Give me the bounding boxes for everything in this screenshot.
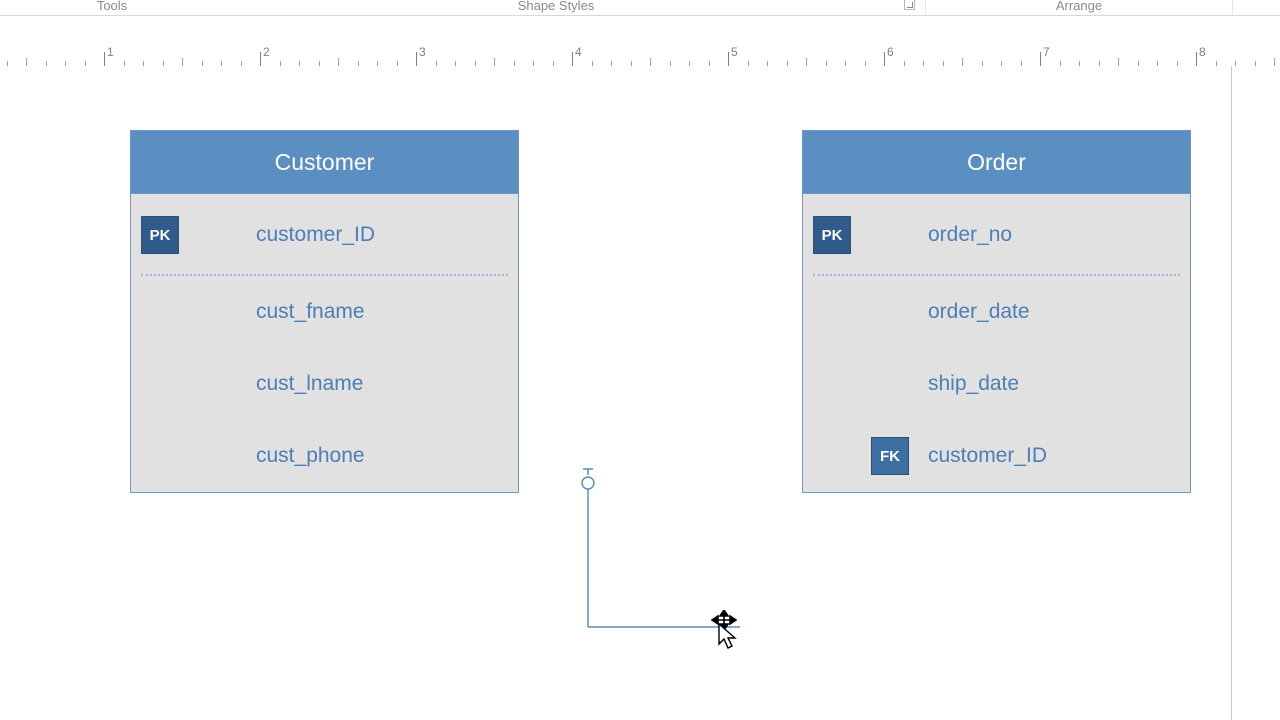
ruler-label: 8 <box>1199 45 1206 59</box>
field-row[interactable]: cust_lname <box>131 348 518 420</box>
drawing-canvas[interactable]: Customer PK customer_ID cust_fname cust_… <box>0 66 1280 720</box>
pk-badge: PK <box>813 216 851 254</box>
ruler-label: 5 <box>731 45 738 59</box>
ruler-tick-minor <box>494 58 495 66</box>
field-row[interactable]: order_date <box>803 276 1190 348</box>
field-row[interactable]: FK customer_ID <box>803 420 1190 492</box>
move-cursor-icon <box>710 610 738 650</box>
ruler-tick-major <box>1040 52 1041 66</box>
entity-title: Order <box>803 131 1190 194</box>
ruler-label: 4 <box>575 45 582 59</box>
field-row[interactable]: PK customer_ID <box>131 194 518 276</box>
ruler-label: 2 <box>263 45 270 59</box>
ruler-tick-minor <box>806 58 807 66</box>
ribbon-group-arrange: Arrange <box>1056 0 1102 13</box>
page-edge <box>1231 66 1232 720</box>
dialog-launcher-icon[interactable] <box>904 0 915 10</box>
ribbon-group-labels: Tools Shape Styles Arrange <box>0 0 1280 16</box>
entity-title: Customer <box>131 131 518 194</box>
field-name: cust_phone <box>256 444 365 468</box>
horizontal-ruler[interactable]: 1 2 3 4 5 6 7 8 <box>0 16 1280 66</box>
field-name: customer_ID <box>928 444 1047 468</box>
ruler-tick-major <box>728 52 729 66</box>
ruler-tick-minor <box>338 58 339 66</box>
ribbon-separator <box>1232 0 1233 15</box>
ruler-tick-major <box>1196 52 1197 66</box>
ruler-tick-major <box>104 52 105 66</box>
ruler-tick-major <box>416 52 417 66</box>
fk-badge: FK <box>871 437 909 475</box>
ruler-tick-minor <box>26 58 27 66</box>
field-name: cust_lname <box>256 372 363 396</box>
ruler-tick-minor <box>962 58 963 66</box>
field-row[interactable]: ship_date <box>803 348 1190 420</box>
entity-order[interactable]: Order PK order_no order_date ship_date F… <box>802 130 1191 493</box>
ruler-tick-minor <box>1118 58 1119 66</box>
ruler-tick-major <box>260 52 261 66</box>
ruler-tick-major <box>884 52 885 66</box>
field-name: ship_date <box>928 372 1019 396</box>
entity-customer[interactable]: Customer PK customer_ID cust_fname cust_… <box>130 130 519 493</box>
ruler-label: 1 <box>107 45 114 59</box>
ruler-label: 3 <box>419 45 426 59</box>
ruler-tick-major <box>572 52 573 66</box>
field-row[interactable]: cust_phone <box>131 420 518 492</box>
ruler-label: 6 <box>887 45 894 59</box>
ruler-tick-minor <box>650 58 651 66</box>
field-name: order_date <box>928 300 1030 324</box>
field-name: cust_fname <box>256 300 365 324</box>
field-name: customer_ID <box>256 223 375 247</box>
relationship-connector[interactable] <box>580 469 750 639</box>
ruler-tick-minor <box>182 58 183 66</box>
pk-badge: PK <box>141 216 179 254</box>
field-row[interactable]: cust_fname <box>131 276 518 348</box>
field-name: order_no <box>928 223 1012 247</box>
ruler-tick-minor <box>1274 58 1275 66</box>
ruler-label: 7 <box>1043 45 1050 59</box>
ribbon-separator <box>925 0 926 15</box>
ribbon-group-shape-styles: Shape Styles <box>518 0 595 13</box>
field-row[interactable]: PK order_no <box>803 194 1190 276</box>
ribbon-group-tools: Tools <box>97 0 127 13</box>
